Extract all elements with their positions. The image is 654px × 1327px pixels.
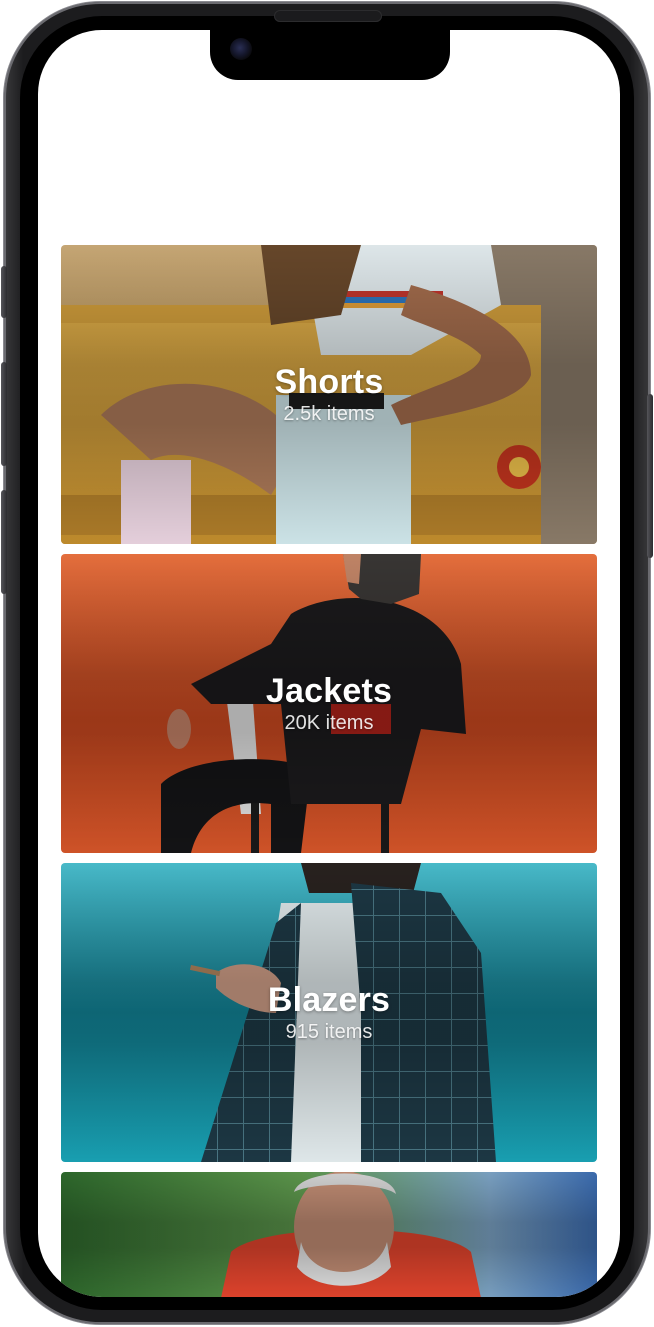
app-screen: Shorts 2.5k items Jackets 20K items Blaz… [38,30,620,1297]
category-card-jackets[interactable]: Jackets 20K items [61,554,597,853]
mute-switch [1,266,7,318]
power-button [647,394,653,558]
front-camera [230,38,252,60]
image-scrim [61,1172,597,1297]
category-title: Shorts [274,363,384,401]
volume-up-button [1,362,7,466]
category-count: 915 items [285,1021,373,1043]
category-title: Blazers [267,981,391,1019]
category-count: 20K items [284,712,374,734]
category-count: 2.5k items [283,403,375,425]
earpiece-speaker [274,10,382,22]
volume-down-button [1,490,7,594]
category-card-blazers[interactable]: Blazers 915 items [61,863,597,1162]
category-card-shorts[interactable]: Shorts 2.5k items [61,245,597,544]
category-label: Blazers 915 items [61,981,597,1045]
category-label: Shorts 2.5k items [61,363,597,427]
category-label: Jackets 20K items [61,672,597,736]
category-list[interactable]: Shorts 2.5k items Jackets 20K items Blaz… [61,245,597,1297]
category-card-tracksuits[interactable] [61,1172,597,1297]
category-title: Jackets [265,672,393,710]
